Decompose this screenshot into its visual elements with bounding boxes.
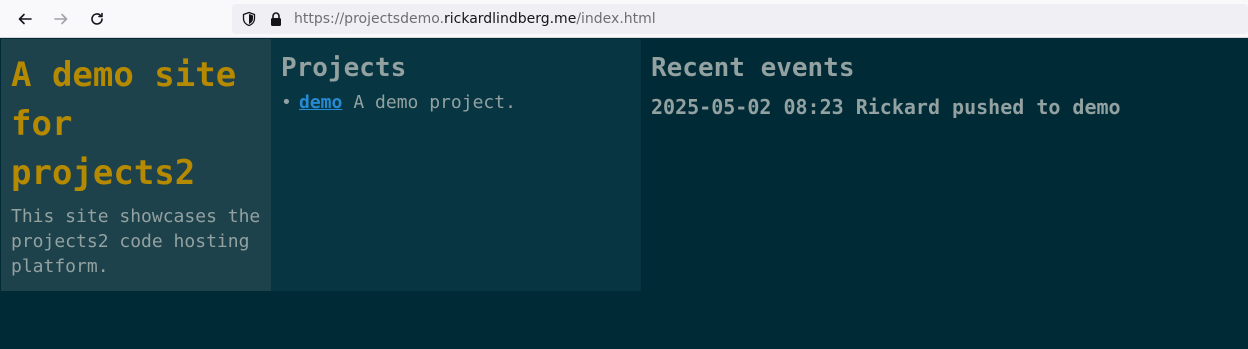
browser-toolbar: https://projectsdemo.rickardlindberg.me/… [0, 0, 1248, 38]
events-heading: Recent events [651, 53, 855, 83]
lock-icon[interactable] [268, 11, 284, 27]
address-bar[interactable]: https://projectsdemo.rickardlindberg.me/… [232, 4, 1248, 34]
projects-heading: Projects [281, 53, 407, 83]
projects-panel: Projects • demo A demo project. [271, 39, 641, 291]
reload-icon [91, 12, 103, 25]
event-item: 2025-05-02 08:23 Rickard pushed to demo [651, 95, 1121, 119]
page-content: A demo site for projects2 This site show… [0, 39, 1248, 349]
site-title: A demo site for projects2 [11, 55, 237, 193]
forward-arrow-icon [54, 13, 68, 25]
back-arrow-icon [18, 13, 32, 25]
forward-button[interactable] [49, 7, 73, 31]
events-panel: Recent events 2025-05-02 08:23 Rickard p… [641, 39, 1248, 291]
intro-panel: A demo site for projects2 This site show… [1, 39, 271, 291]
url-path: /index.html [576, 11, 656, 27]
project-description: A demo project. [353, 92, 516, 113]
url-prefix: https://projectsdemo. [294, 11, 444, 27]
back-button[interactable] [13, 7, 37, 31]
url-domain: rickardlindberg.me [443, 11, 577, 27]
project-list: • demo A demo project. [281, 93, 631, 113]
reload-button[interactable] [85, 7, 109, 31]
site-description: This site showcases the projects2 code h… [11, 206, 261, 277]
url-text[interactable]: https://projectsdemo.rickardlindberg.me/… [294, 10, 656, 28]
bullet-icon: • [281, 92, 292, 113]
shield-icon[interactable] [241, 11, 257, 27]
list-item: • demo A demo project. [281, 93, 631, 113]
project-link-demo[interactable]: demo [299, 93, 342, 113]
